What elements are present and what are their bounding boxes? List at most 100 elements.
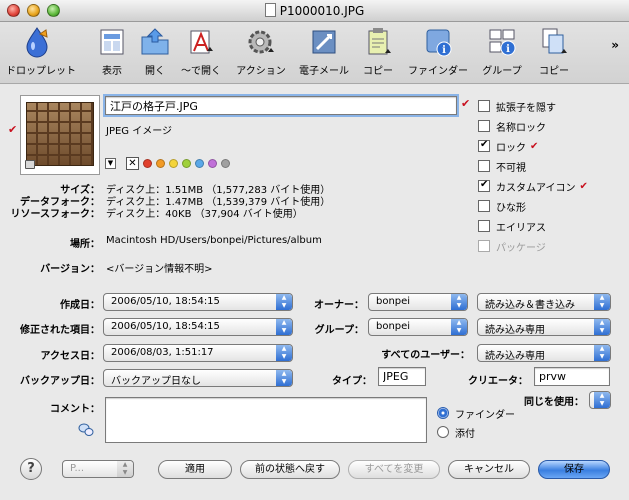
preset-popup[interactable]: P... ▲ ▼	[62, 460, 134, 478]
use-same-attach-radio[interactable]: 添付	[437, 425, 475, 440]
popup-arrows-icon: ▲ ▼	[594, 345, 610, 361]
option-checkbox[interactable]: 名称ロック	[478, 118, 546, 134]
checkbox-indicator	[478, 240, 490, 252]
view-icon	[95, 25, 129, 59]
toolbar-copy-button[interactable]: コピー	[358, 25, 398, 77]
option-checkbox[interactable]: 拡張子を隠す	[478, 98, 556, 114]
window-title: P1000010.JPG	[279, 4, 365, 18]
toolbar-finder-button[interactable]: i ファインダー	[405, 25, 471, 77]
creator-field[interactable]	[534, 367, 610, 386]
option-checkbox[interactable]: カスタムアイコン✔	[478, 178, 588, 194]
toolbar-view-button[interactable]: 表示	[92, 25, 132, 77]
accessed-label: アクセス日：	[40, 351, 101, 362]
owner-popup[interactable]: bonpei ▲ ▼	[368, 293, 468, 311]
radio-indicator	[437, 426, 449, 438]
resource-fork-label: リソースフォーク：	[10, 209, 101, 220]
backup-label: バックアップ日：	[20, 376, 100, 387]
file-info-window: P1000010.JPG ドロップレット 表示 開く 〜で開く アクション 電子…	[0, 0, 629, 500]
option-label: ひな形	[496, 202, 526, 214]
owner-label: オーナー：	[314, 300, 364, 311]
toolbar-copy-file-button[interactable]: コピー	[534, 25, 574, 77]
location-value: Macintosh HD/Users/bonpei/Pictures/album	[106, 235, 322, 246]
toolbar-group-button[interactable]: i グループ	[478, 25, 526, 77]
label-menu-button[interactable]: ▼	[105, 157, 116, 169]
group-popup[interactable]: bonpei ▲ ▼	[368, 318, 468, 336]
popup-arrows-icon: ▲ ▼	[117, 461, 133, 477]
option-checkbox[interactable]: エイリアス	[478, 218, 546, 234]
everyone-permission-popup[interactable]: 読み込み専用 ▲ ▼	[477, 344, 611, 362]
title-bar[interactable]: P1000010.JPG	[0, 0, 629, 22]
checkbox-indicator	[478, 220, 490, 232]
everyone-label: すべてのユーザー：	[381, 350, 470, 361]
preview-thumbnail	[26, 102, 94, 166]
owner-permission-popup[interactable]: 読み込み＆書き込み ▲ ▼	[477, 293, 611, 311]
option-label: カスタムアイコン	[496, 182, 576, 194]
use-same-finder-radio[interactable]: ファインダー	[437, 406, 515, 421]
label-blue-button[interactable]	[195, 158, 204, 168]
clipboard-icon	[361, 25, 395, 59]
speech-bubble-icon[interactable]	[78, 423, 94, 437]
type-field[interactable]	[378, 367, 426, 386]
option-label: 名称ロック	[496, 122, 546, 134]
created-label: 作成日：	[60, 300, 100, 311]
label-gray-button[interactable]	[221, 158, 230, 168]
option-checkbox[interactable]: ひな形	[478, 198, 526, 214]
created-date-popup[interactable]: 2006/05/10, 18:54:15 ▲ ▼	[103, 293, 293, 311]
option-checkbox[interactable]: パッケージ	[478, 238, 546, 254]
label-purple-button[interactable]	[208, 158, 217, 168]
toolbar-droplet-button[interactable]: ドロップレット	[6, 25, 76, 77]
radio-indicator	[437, 407, 449, 419]
changed-mark: ✔	[530, 140, 539, 152]
mail-icon	[307, 25, 341, 59]
popup-arrows-icon: ▲ ▼	[451, 294, 467, 310]
checkbox-indicator	[478, 120, 490, 132]
file-name-field[interactable]	[103, 94, 459, 117]
preview-changed-mark: ✔	[8, 123, 18, 136]
save-button[interactable]: 保存	[538, 460, 610, 479]
option-label: 拡張子を隠す	[496, 102, 556, 114]
open-with-icon	[184, 25, 218, 59]
checkbox-indicator	[478, 100, 490, 112]
option-checkbox[interactable]: 不可視	[478, 158, 526, 174]
toolbar-email-button[interactable]: 電子メール	[296, 25, 352, 77]
svg-text:i: i	[442, 45, 446, 56]
checkbox-indicator	[478, 160, 490, 172]
help-button[interactable]: ?	[20, 458, 42, 480]
document-icon	[264, 3, 276, 17]
checkbox-indicator	[478, 200, 490, 212]
creator-label: クリエータ：	[468, 376, 528, 387]
gear-icon	[244, 25, 278, 59]
label-orange-button[interactable]	[156, 158, 165, 168]
popup-arrows-icon: ▲ ▼	[276, 370, 292, 386]
group-permission-popup[interactable]: 読み込み専用 ▲ ▼	[477, 318, 611, 336]
finder-icon: i	[421, 25, 455, 59]
label-green-button[interactable]	[182, 158, 191, 168]
toolbar-open-button[interactable]: 開く	[137, 25, 173, 77]
option-checkbox[interactable]: ロック ✔	[478, 138, 538, 154]
cancel-button[interactable]: キャンセル	[448, 460, 530, 479]
lock-icon	[25, 160, 35, 169]
revert-button[interactable]: 前の状態へ戻す	[240, 460, 340, 479]
label-none-button[interactable]: ✕	[126, 156, 139, 170]
file-preview[interactable]	[20, 95, 100, 175]
toolbar-action-button[interactable]: アクション	[231, 25, 291, 77]
version-label: バージョン：	[40, 264, 100, 275]
accessed-date-popup[interactable]: 2006/08/03, 1:51:17 ▲ ▼	[103, 344, 293, 362]
label-color-bar: ▼ ✕	[105, 156, 230, 170]
comment-field[interactable]	[105, 397, 427, 443]
apply-button[interactable]: 適用	[158, 460, 232, 479]
label-yellow-button[interactable]	[169, 158, 178, 168]
modified-date-popup[interactable]: 2006/05/10, 18:54:15 ▲ ▼	[103, 318, 293, 336]
use-same-popup[interactable]: ▲ ▼	[589, 391, 611, 409]
toolbar-open-with-button[interactable]: 〜で開く	[176, 25, 226, 77]
change-all-button[interactable]: すべてを変更	[348, 460, 440, 479]
label-red-button[interactable]	[143, 158, 152, 168]
modified-label: 修正された項目：	[20, 325, 100, 336]
group-label: グループ：	[314, 325, 364, 336]
toolbar-overflow-button[interactable]: »	[611, 38, 619, 52]
checkbox-indicator	[478, 179, 490, 192]
backup-date-popup[interactable]: バックアップ日なし ▲ ▼	[103, 369, 293, 387]
option-label: エイリアス	[496, 222, 546, 234]
option-label: ロック	[496, 142, 526, 154]
group-icon: i	[485, 25, 519, 59]
